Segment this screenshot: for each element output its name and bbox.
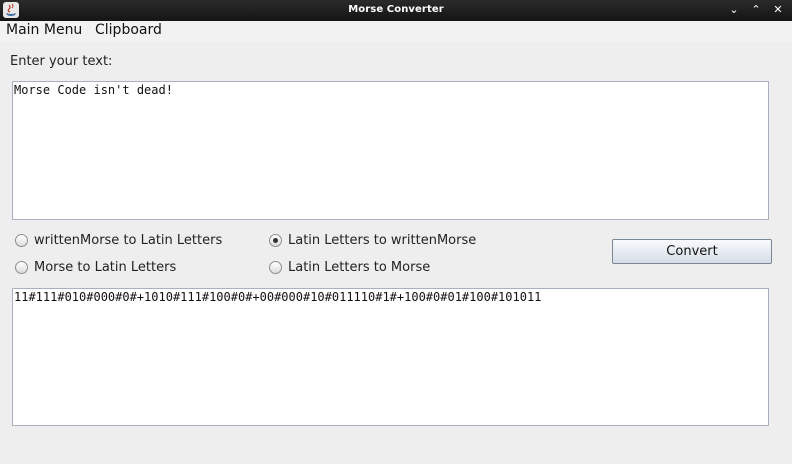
input-textarea[interactable]: Morse Code isn't dead!	[12, 81, 769, 220]
input-label: Enter your text:	[10, 54, 113, 69]
menu-clipboard[interactable]: Clipboard	[95, 22, 162, 38]
radio-latin-to-morse[interactable]: Latin Letters to Morse	[269, 259, 430, 275]
radio-indicator[interactable]	[15, 233, 28, 247]
maximize-icon[interactable]: ⌃	[748, 2, 764, 18]
radio-indicator[interactable]	[269, 233, 282, 247]
convert-button[interactable]: Convert	[612, 239, 772, 264]
radio-label: Morse to Latin Letters	[34, 259, 177, 275]
menu-bar: Main Menu Clipboard	[0, 21, 792, 42]
radio-indicator[interactable]	[15, 260, 28, 274]
menu-main[interactable]: Main Menu	[6, 22, 82, 38]
radio-latin-to-writtenmorse[interactable]: Latin Letters to writtenMorse	[269, 232, 476, 248]
radio-writtenmorse-to-latin[interactable]: writtenMorse to Latin Letters	[15, 232, 222, 248]
window-title: Morse Converter	[348, 4, 444, 15]
close-icon[interactable]: ✕	[770, 2, 786, 18]
radio-indicator[interactable]	[269, 260, 282, 274]
title-bar: Morse Converter ⌄ ⌃ ✕	[0, 0, 792, 21]
minimize-icon[interactable]: ⌄	[726, 2, 742, 18]
radio-morse-to-latin[interactable]: Morse to Latin Letters	[15, 259, 176, 275]
radio-label: Latin Letters to Morse	[288, 259, 431, 275]
radio-label: writtenMorse to Latin Letters	[34, 232, 223, 248]
output-textarea[interactable]: 11#111#010#000#0#+1010#111#100#0#+00#000…	[12, 288, 769, 426]
radio-label: Latin Letters to writtenMorse	[288, 232, 477, 248]
